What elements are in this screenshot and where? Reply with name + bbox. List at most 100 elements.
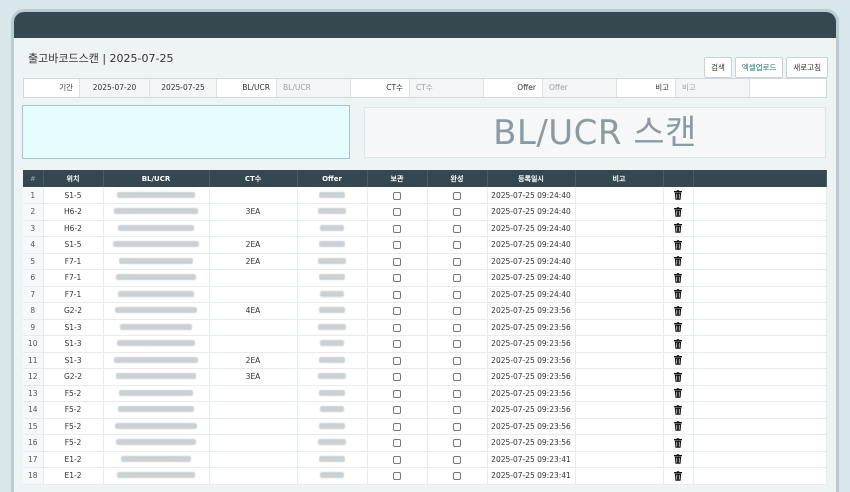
trash-icon[interactable] — [674, 305, 682, 316]
offer-input[interactable]: Offer — [543, 79, 617, 97]
trash-icon[interactable] — [674, 322, 682, 333]
row-location: F5-2 — [43, 385, 104, 402]
table-row[interactable]: 15 F5-2 2025-07-25 09:23:56 — [23, 418, 827, 435]
storage-checkbox[interactable] — [393, 472, 401, 481]
table-row[interactable]: 5 F7-1 2EA 2025-07-25 09:24:40 — [23, 253, 827, 270]
complete-checkbox[interactable] — [453, 290, 461, 299]
storage-checkbox[interactable] — [393, 290, 401, 299]
filter-bar: 기간 2025-07-20 2025-07-25 BL/UCR BL/UCR C… — [23, 78, 827, 98]
row-bl-ucr — [103, 236, 210, 254]
complete-checkbox[interactable] — [453, 422, 461, 431]
storage-checkbox[interactable] — [393, 323, 401, 332]
row-location: H6-2 — [43, 220, 104, 237]
trash-icon[interactable] — [674, 388, 682, 399]
row-datetime: 2025-07-25 09:23:56 — [487, 302, 576, 320]
row-offer — [297, 220, 368, 237]
storage-checkbox[interactable] — [393, 191, 401, 200]
complete-checkbox[interactable] — [453, 323, 461, 332]
table-row[interactable]: 10 S1-3 2025-07-25 09:23:56 — [23, 335, 827, 353]
row-memo — [575, 451, 664, 468]
storage-checkbox[interactable] — [393, 340, 401, 349]
trash-icon[interactable] — [674, 223, 682, 234]
complete-checkbox[interactable] — [453, 224, 461, 233]
table-row[interactable]: 17 E1-2 2025-07-25 09:23:41 — [23, 451, 827, 468]
complete-checkbox[interactable] — [453, 406, 461, 415]
complete-checkbox[interactable] — [453, 257, 461, 266]
complete-checkbox[interactable] — [453, 389, 461, 398]
table-row[interactable]: 1 S1-5 2025-07-25 09:24:40 — [23, 187, 827, 204]
storage-checkbox[interactable] — [393, 356, 401, 365]
row-location: S1-3 — [43, 352, 104, 369]
trash-icon[interactable] — [674, 190, 682, 200]
memo-input[interactable]: 비고 — [676, 79, 750, 97]
date-from-field[interactable]: 2025-07-20 — [80, 79, 150, 97]
period-label: 기간 — [24, 79, 80, 97]
trash-icon[interactable] — [674, 437, 682, 448]
table-row[interactable]: 16 F5-2 2025-07-25 09:23:56 — [23, 434, 827, 452]
storage-checkbox[interactable] — [393, 307, 401, 316]
table-row[interactable]: 2 H6-2 3EA 2025-07-25 09:24:40 — [23, 203, 827, 221]
table-row[interactable]: 14 F5-2 2025-07-25 09:23:56 — [23, 401, 827, 419]
trash-icon[interactable] — [674, 239, 682, 250]
storage-checkbox[interactable] — [393, 406, 401, 415]
trash-icon[interactable] — [674, 421, 682, 432]
row-offer — [297, 187, 368, 204]
bl-input[interactable]: BL/UCR — [277, 79, 351, 97]
row-ct — [209, 418, 298, 435]
complete-checkbox[interactable] — [453, 274, 461, 283]
trash-icon[interactable] — [674, 206, 682, 217]
trash-icon[interactable] — [674, 454, 682, 465]
trash-icon[interactable] — [674, 355, 682, 366]
row-memo — [575, 401, 664, 419]
storage-checkbox[interactable] — [393, 208, 401, 217]
table-row[interactable]: 7 F7-1 2025-07-25 09:24:40 — [23, 286, 827, 303]
excel-upload-button[interactable]: 엑셀업로드 — [734, 57, 784, 78]
trash-icon[interactable] — [674, 289, 682, 300]
complete-checkbox[interactable] — [453, 241, 461, 250]
complete-checkbox[interactable] — [453, 191, 461, 200]
table-row[interactable]: 4 S1-5 2EA 2025-07-25 09:24:40 — [23, 236, 827, 254]
trash-icon[interactable] — [674, 256, 682, 267]
complete-checkbox[interactable] — [453, 307, 461, 316]
storage-checkbox[interactable] — [393, 422, 401, 431]
complete-checkbox[interactable] — [453, 208, 461, 217]
table-row[interactable]: 3 H6-2 2025-07-25 09:24:40 — [23, 220, 827, 237]
storage-checkbox[interactable] — [393, 455, 401, 464]
storage-checkbox[interactable] — [393, 274, 401, 283]
table-row[interactable]: 18 E1-2 2025-07-25 09:23:41 — [23, 467, 827, 485]
trash-icon[interactable] — [674, 272, 682, 283]
trash-icon[interactable] — [674, 338, 682, 349]
row-complete — [427, 286, 488, 303]
storage-checkbox[interactable] — [393, 439, 401, 448]
date-to-field[interactable]: 2025-07-25 — [150, 79, 217, 97]
storage-checkbox[interactable] — [393, 224, 401, 233]
table-row[interactable]: 11 S1-3 2EA 2025-07-25 09:23:56 — [23, 352, 827, 369]
complete-checkbox[interactable] — [453, 439, 461, 448]
table-row[interactable]: 9 S1-3 2025-07-25 09:23:56 — [23, 319, 827, 336]
complete-checkbox[interactable] — [453, 455, 461, 464]
page-title: 출고바코드스캔 | 2025-07-25 — [28, 52, 174, 65]
complete-checkbox[interactable] — [453, 472, 461, 481]
search-button[interactable]: 검색 — [704, 57, 732, 78]
trash-icon[interactable] — [674, 404, 682, 415]
table-row[interactable]: 8 G2-2 4EA 2025-07-25 09:23:56 — [23, 302, 827, 320]
redacted-value — [318, 373, 346, 380]
table-row[interactable]: 6 F7-1 2025-07-25 09:24:40 — [23, 269, 827, 287]
trash-icon[interactable] — [674, 371, 682, 382]
complete-checkbox[interactable] — [453, 340, 461, 349]
scan-input[interactable] — [22, 105, 350, 159]
storage-checkbox[interactable] — [393, 241, 401, 250]
storage-checkbox[interactable] — [393, 257, 401, 266]
column-header: 비고 — [575, 170, 664, 187]
storage-checkbox[interactable] — [393, 389, 401, 398]
row-bl-ucr — [103, 319, 210, 336]
storage-checkbox[interactable] — [393, 373, 401, 382]
complete-checkbox[interactable] — [453, 373, 461, 382]
table-row[interactable]: 13 F5-2 2025-07-25 09:23:56 — [23, 385, 827, 402]
refresh-button[interactable]: 새로고침 — [786, 57, 828, 78]
table-row[interactable]: 12 G2-2 3EA 2025-07-25 09:23:56 — [23, 368, 827, 386]
complete-checkbox[interactable] — [453, 356, 461, 365]
ct-input[interactable]: CT수 — [410, 79, 484, 97]
row-memo — [575, 434, 664, 452]
trash-icon[interactable] — [674, 470, 682, 481]
